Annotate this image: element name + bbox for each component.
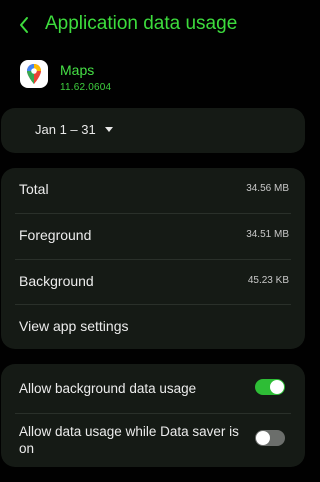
allow-background-label[interactable]: Allow background data usage — [19, 380, 251, 397]
usage-card: Total 34.56 MB Foreground 34.51 MB Backg… — [1, 168, 305, 349]
view-app-settings-link[interactable]: View app settings — [19, 305, 289, 350]
switch-knob — [256, 431, 270, 445]
allow-background-switch[interactable] — [255, 379, 285, 395]
app-name: Maps — [60, 62, 95, 78]
caret-down-icon — [104, 127, 113, 132]
allow-data-saver-label[interactable]: Allow data usage while Data saver is on — [19, 423, 251, 457]
usage-label: Total — [19, 181, 49, 197]
date-range-card: Jan 1 – 31 — [1, 108, 305, 153]
page-title: Application data usage — [45, 13, 238, 34]
allow-data-saver-switch[interactable] — [255, 430, 285, 446]
app-info: Maps 11.62.0604 — [0, 58, 306, 98]
app-bar: Application data usage — [0, 0, 306, 50]
divider — [15, 413, 291, 414]
usage-label: Background — [19, 273, 94, 289]
usage-row-foreground: Foreground 34.51 MB — [19, 214, 289, 259]
usage-row-total: Total 34.56 MB — [19, 168, 289, 213]
data-settings-card: Allow background data usage Allow data u… — [1, 364, 305, 467]
back-button[interactable] — [12, 12, 38, 38]
usage-label: Foreground — [19, 227, 92, 243]
date-range-dropdown[interactable]: Jan 1 – 31 — [35, 122, 113, 137]
usage-value: 45.23 KB — [247, 275, 289, 286]
map-pin-icon — [27, 64, 41, 84]
date-range-label: Jan 1 – 31 — [35, 122, 96, 137]
chevron-left-icon — [20, 17, 28, 33]
view-app-settings-label: View app settings — [19, 318, 129, 334]
maps-app-icon — [20, 60, 48, 88]
switch-knob — [270, 380, 284, 394]
app-version: 11.62.0604 — [60, 82, 112, 93]
usage-value: 34.56 MB — [246, 183, 289, 194]
usage-row-background: Background 45.23 KB — [19, 260, 289, 305]
usage-value: 34.51 MB — [246, 229, 289, 240]
